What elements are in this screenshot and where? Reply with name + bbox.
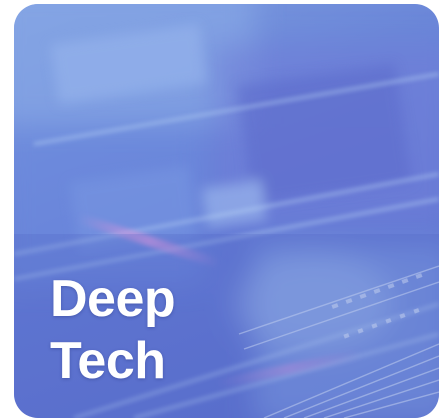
card-title: Deep Tech xyxy=(50,268,176,392)
deep-tech-card[interactable]: Deep Tech xyxy=(14,4,439,418)
card-title-line-2: Tech xyxy=(50,332,166,390)
card-title-line-1: Deep xyxy=(50,270,176,328)
